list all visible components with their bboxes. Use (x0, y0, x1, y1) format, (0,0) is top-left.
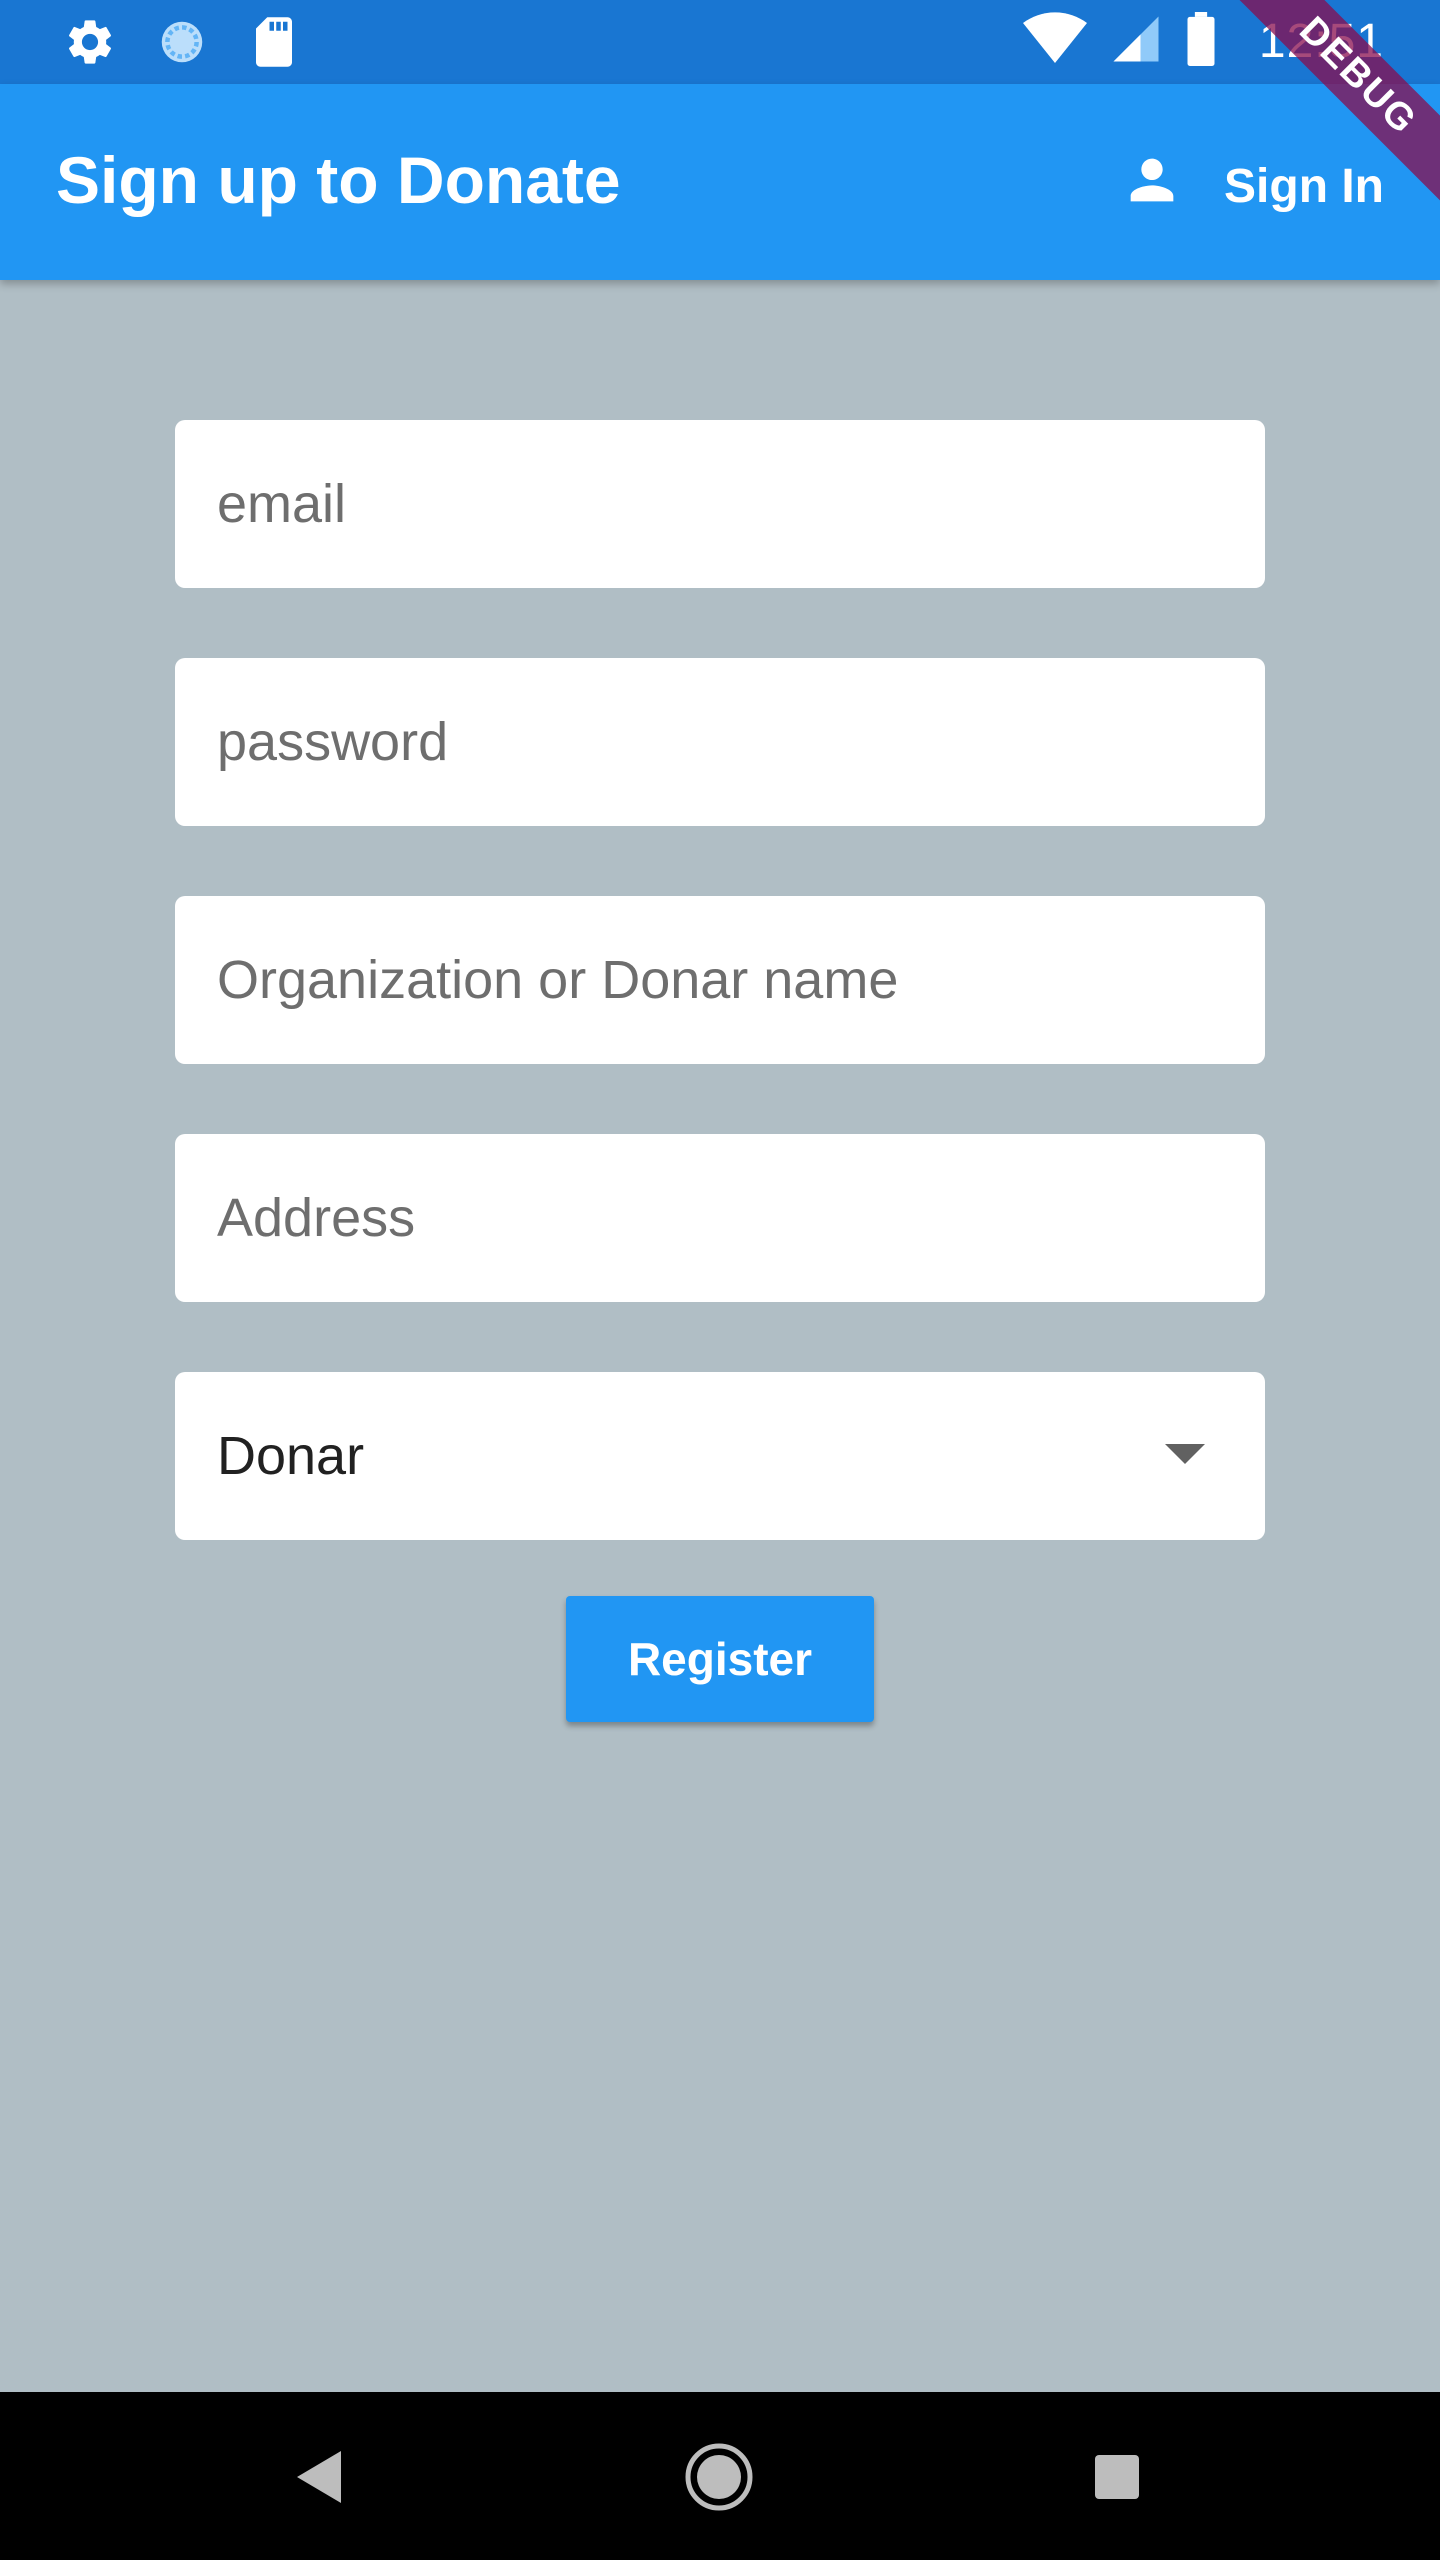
sd-card-icon (246, 14, 302, 70)
password-field[interactable] (175, 658, 1265, 826)
page-title: Sign up to Donate (56, 143, 621, 217)
role-dropdown-value: Donar (217, 1426, 365, 1486)
home-icon[interactable] (674, 2432, 764, 2522)
status-left-icons (62, 14, 302, 70)
sign-in-label: Sign In (1224, 159, 1384, 213)
app-bar: Sign up to Donate Sign In (0, 84, 1440, 280)
email-field[interactable] (175, 420, 1265, 588)
back-icon[interactable] (276, 2432, 366, 2522)
sync-icon (154, 14, 210, 70)
cell-signal-icon (1109, 12, 1163, 71)
address-field[interactable] (175, 1134, 1265, 1302)
status-bar: 12:51 (0, 0, 1440, 84)
person-icon (1120, 148, 1184, 224)
role-dropdown[interactable]: Donar (175, 1372, 1265, 1540)
battery-icon (1185, 12, 1217, 71)
wifi-icon (1022, 12, 1087, 71)
signup-form: Donar Register (175, 420, 1265, 1722)
gear-icon (62, 14, 118, 70)
sign-in-button[interactable]: Sign In (1120, 148, 1384, 224)
email-field-container (175, 420, 1265, 588)
organization-name-field[interactable] (175, 896, 1265, 1064)
dropdown-arrow-icon (1165, 1443, 1205, 1469)
register-button[interactable]: Register (566, 1596, 874, 1722)
password-field-container (175, 658, 1265, 826)
name-field-container (175, 896, 1265, 1064)
address-field-container (175, 1134, 1265, 1302)
system-nav-bar (0, 2392, 1440, 2560)
recents-icon[interactable] (1072, 2432, 1162, 2522)
